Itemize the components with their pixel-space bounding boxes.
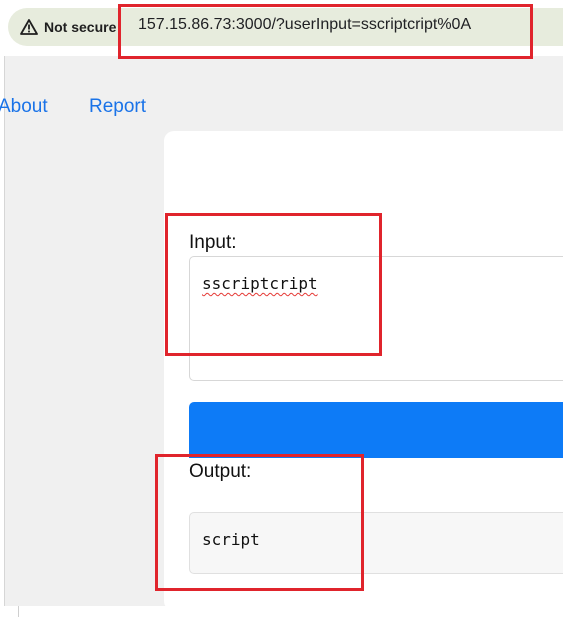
divider: [18, 606, 19, 617]
warning-triangle-icon: [20, 19, 38, 35]
security-indicator[interactable]: Not secure: [20, 17, 116, 37]
security-label: Not secure: [44, 19, 117, 35]
annotation-box-input: [165, 213, 382, 356]
divider: [4, 56, 5, 606]
submit-button[interactable]: [189, 402, 563, 458]
annotation-box-url: [118, 4, 533, 59]
annotation-box-output: [155, 454, 364, 591]
nav-link-report[interactable]: Report: [89, 96, 146, 118]
nav-link-about[interactable]: About: [0, 96, 48, 118]
